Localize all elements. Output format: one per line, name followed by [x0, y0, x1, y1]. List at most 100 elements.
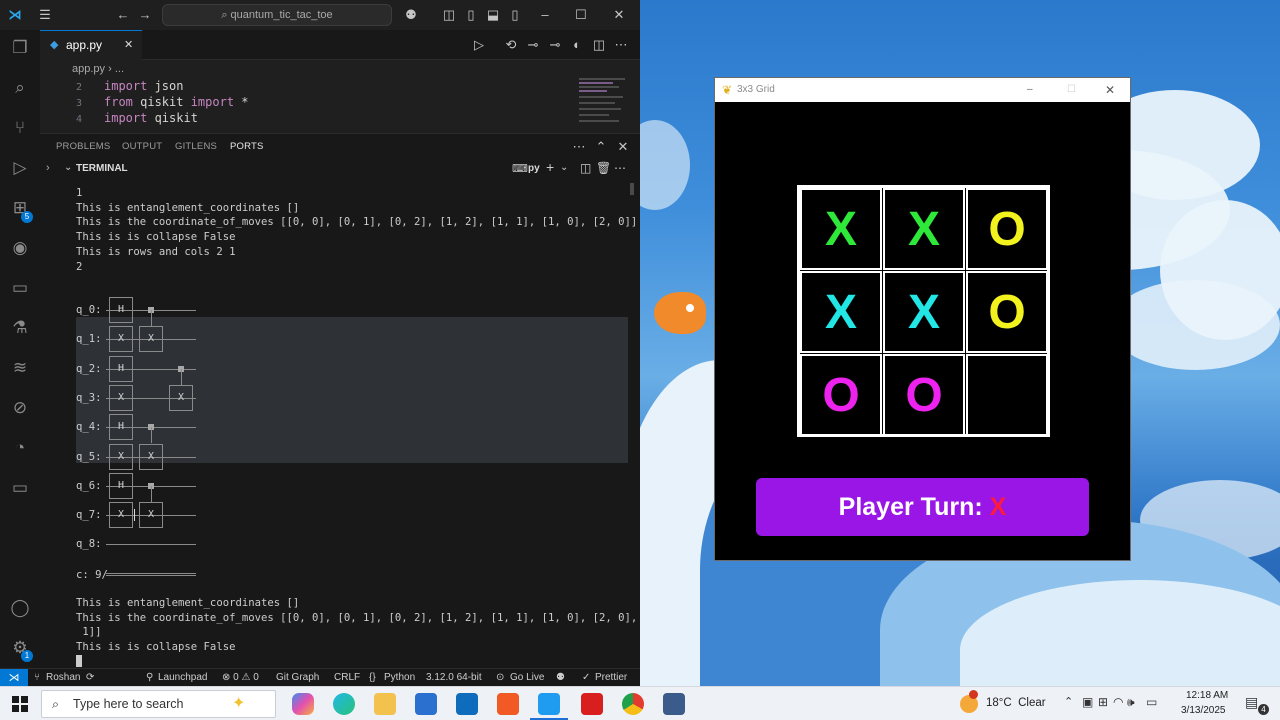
open-changes-icon[interactable]: ⟲ [502, 36, 520, 54]
status-launchpad[interactable]: Launchpad [158, 669, 208, 687]
copilot-icon[interactable]: ⚉ [402, 6, 420, 24]
testing-icon[interactable]: ⚗ [8, 316, 32, 340]
gitlens-icon[interactable]: ⊘ [8, 396, 32, 420]
toggle-secondary-sidebar-icon[interactable]: ▯ [506, 6, 524, 24]
wifi-icon[interactable]: ◠ [1113, 695, 1123, 709]
breadcrumb-symbol[interactable]: ... [115, 63, 124, 75]
sync-icon[interactable]: ⟳ [86, 669, 94, 687]
terminal-shell-label[interactable]: py [528, 163, 540, 174]
search-icon[interactable]: ⌕ [8, 76, 32, 100]
explorer-icon[interactable]: ❐ [8, 36, 32, 60]
close-tab-icon[interactable]: ✕ [124, 31, 133, 60]
toggle-sidebar-icon[interactable]: ▯ [462, 6, 480, 24]
copilot-app-icon[interactable] [292, 693, 314, 715]
breadcrumb-file[interactable]: app.py [72, 63, 105, 75]
status-language[interactable]: Python [384, 669, 415, 687]
microsoft-store-icon[interactable] [415, 693, 437, 715]
weather-text[interactable]: 18°C Clear [986, 697, 1046, 709]
ports-icon[interactable]: ▭ [8, 476, 32, 500]
forward-arrow-icon[interactable]: → [136, 6, 154, 24]
split-editor-icon[interactable]: ◫ [590, 36, 608, 54]
vscode-taskbar-icon[interactable] [538, 693, 560, 715]
layout-icon[interactable]: ◫ [440, 6, 458, 24]
tab-problems[interactable]: PROBLEMS [56, 134, 110, 160]
status-problems[interactable]: ⊗ 0 ⚠ 0 [222, 669, 259, 687]
panel-more-icon[interactable]: ⋯ [570, 138, 588, 156]
status-go-live[interactable]: Go Live [510, 669, 544, 687]
split-terminal-icon[interactable]: ◫ [580, 161, 591, 175]
menu-icon[interactable]: ☰ [36, 6, 54, 24]
terminal-dropdown-icon[interactable]: ⌄ [560, 162, 568, 173]
close-icon[interactable]: ✕ [610, 6, 628, 24]
edge-browser-icon[interactable] [333, 693, 355, 715]
tray-chevron-icon[interactable]: ⌃ [1064, 695, 1073, 708]
status-eol[interactable]: CRLF [334, 669, 360, 687]
command-center-search[interactable]: ⌕ quantum_tic_tac_toe [162, 4, 392, 26]
new-terminal-icon[interactable]: + [546, 159, 554, 175]
next-change-icon[interactable]: ⊸ [546, 36, 564, 54]
github-icon[interactable]: ◉ [8, 236, 32, 260]
timeline-icon[interactable]: ◔ [8, 436, 32, 460]
remote-indicator-icon[interactable]: ⋊ [0, 669, 28, 687]
maximize-panel-icon[interactable]: ⌃ [592, 138, 610, 156]
minimize-icon[interactable]: – [536, 6, 554, 24]
file-explorer-icon[interactable] [374, 693, 396, 715]
close-panel-icon[interactable]: ✕ [614, 138, 632, 156]
remote-explorer-icon[interactable]: ▭ [8, 276, 32, 300]
status-user[interactable]: Roshan [46, 669, 80, 687]
more-actions-icon[interactable]: ⋯ [612, 36, 630, 54]
board-cell[interactable] [966, 354, 1048, 436]
terminal-more-icon[interactable]: ⋯ [614, 161, 626, 175]
terminal-scrollbar[interactable] [630, 183, 634, 195]
outlook-icon[interactable] [456, 693, 478, 715]
minimap[interactable] [577, 78, 629, 132]
tab-ports[interactable]: PORTS [230, 134, 264, 160]
windows-start-icon[interactable] [12, 696, 28, 712]
game-minimize-icon[interactable]: – [1027, 78, 1033, 102]
clock-time[interactable]: 12:18 AM [1186, 690, 1228, 701]
board-cell[interactable]: X [800, 188, 882, 270]
board-cell[interactable]: X [800, 271, 882, 353]
board-cell[interactable]: X [883, 271, 965, 353]
docker-icon[interactable]: ≋ [8, 356, 32, 380]
run-debug-icon[interactable]: ▷ [8, 156, 32, 180]
gitlens-inspect-icon[interactable]: ◐ [568, 36, 586, 54]
source-control-icon[interactable]: ⑂ [8, 116, 32, 140]
run-python-icon[interactable]: ▷ [470, 36, 488, 54]
status-git-graph[interactable]: Git Graph [276, 669, 319, 687]
board-cell[interactable]: O [883, 354, 965, 436]
board-cell[interactable]: X [883, 188, 965, 270]
tab-app-py[interactable]: ◆ app.py ✕ [40, 30, 142, 60]
chrome-icon[interactable] [622, 693, 644, 715]
player-turn-button[interactable]: Player Turn: X [756, 478, 1089, 536]
game-close-icon[interactable]: ✕ [1105, 78, 1115, 102]
board-cell[interactable]: O [966, 271, 1048, 353]
tab-output[interactable]: OUTPUT [122, 134, 162, 160]
tray-network-manager-icon[interactable]: ⊞ [1098, 695, 1108, 709]
collapse-icon[interactable]: › [46, 162, 50, 174]
battery-icon[interactable]: ▭ [1146, 695, 1157, 709]
board-cell[interactable]: O [966, 188, 1048, 270]
game-maximize-icon[interactable]: ☐ [1067, 78, 1076, 102]
tray-app-icon[interactable]: ▣ [1082, 695, 1093, 709]
volume-icon[interactable]: 🕪 [1127, 695, 1135, 710]
accounts-icon[interactable]: ◯ [8, 596, 32, 620]
code-editor[interactable]: 2 import json 3 from qiskit import * 4 import… [40, 78, 640, 132]
terminal-output[interactable]: 1 This is entanglement_coordinates [] This… [40, 181, 640, 668]
clock-date[interactable]: 3/13/2025 [1181, 705, 1226, 716]
status-python-version[interactable]: 3.12.0 64-bit [426, 669, 482, 687]
status-prettier[interactable]: Prettier [595, 669, 627, 687]
toggle-panel-icon[interactable]: ⬓ [484, 6, 502, 24]
back-arrow-icon[interactable]: ← [114, 6, 132, 24]
acrobat-icon[interactable] [581, 693, 603, 715]
copilot-status-icon[interactable]: ⚉ [556, 669, 565, 687]
taskbar-search-input[interactable]: ⌕ Type here to search ✦ [41, 690, 276, 718]
python-window-icon[interactable] [663, 693, 685, 715]
brave-browser-icon[interactable] [497, 693, 519, 715]
notification-icon[interactable]: ▤ [1245, 694, 1258, 711]
board-cell[interactable]: O [800, 354, 882, 436]
chevron-down-icon[interactable]: ⌄ [64, 162, 72, 173]
maximize-icon[interactable]: ☐ [572, 6, 590, 24]
kill-terminal-icon[interactable]: 🗑 [596, 161, 611, 175]
previous-change-icon[interactable]: ⊸ [524, 36, 542, 54]
